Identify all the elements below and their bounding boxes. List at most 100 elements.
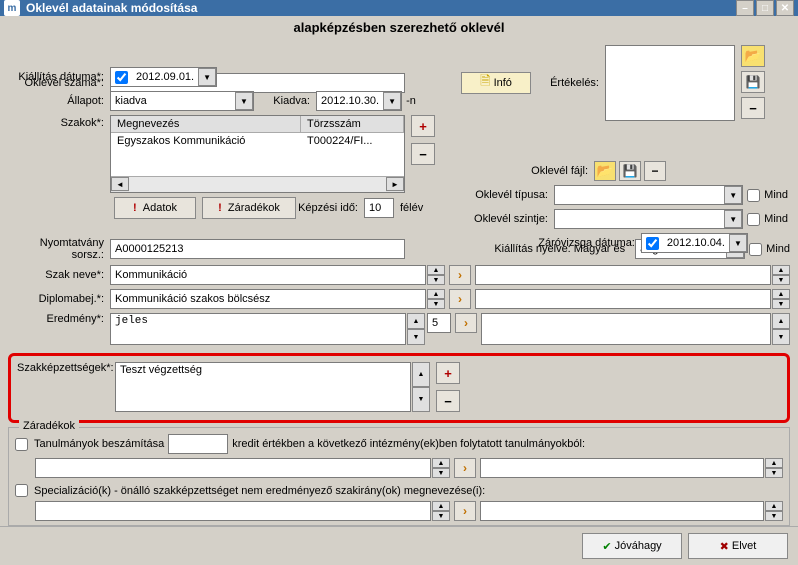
form-no-input[interactable] [110,239,405,259]
major-name-next-button[interactable]: › [449,265,471,285]
spec-down[interactable]: ▼ [432,511,450,521]
grid-col-name: Megnevezés [111,116,301,132]
major-name-down[interactable]: ▼ [427,275,445,285]
major-name-extra-up[interactable]: ▲ [772,265,790,275]
spec-up[interactable]: ▲ [432,501,450,511]
train-time-input[interactable] [364,198,394,218]
credit-inst-up[interactable]: ▲ [432,458,450,468]
discard-button[interactable]: ✖ Elvet [688,533,788,559]
issue-date-dropdown[interactable]: ▼ [198,68,216,86]
diploma-type-all-checkbox[interactable] [747,189,760,202]
grid-scroll-left[interactable]: ◄ [111,177,129,191]
titlebar: m Oklevél adatainak módosítása – □ ✕ [0,0,798,16]
label-spec: Specializáció(k) - önálló szakképzettség… [34,485,485,497]
maximize-button[interactable]: □ [756,0,774,16]
credit-checkbox[interactable] [15,438,28,451]
qual-up[interactable]: ▲ [412,362,430,387]
label-diploma-type: Oklevél típusa: [454,189,554,201]
issued-date-dropdown[interactable]: ▼ [383,92,401,110]
minimize-button[interactable]: – [736,0,754,16]
final-exam-checkbox[interactable] [646,237,659,250]
label-on: -n [402,95,416,107]
eval-open-button[interactable]: 📂 [741,45,765,67]
evaluation-textarea[interactable] [605,45,735,121]
diplomabej-extra-up[interactable]: ▲ [772,289,790,299]
result-up[interactable]: ▲ [407,313,425,329]
majors-grid[interactable]: Megnevezés Törzsszám Egyszakos Kommuniká… [110,115,405,193]
label-train-time: Képzési idő: [296,202,364,214]
diploma-level-dropdown[interactable]: ▼ [724,210,742,228]
result-input[interactable]: jeles [110,313,406,345]
qualifications-list[interactable]: Teszt végzettség [115,362,411,412]
majors-add-button[interactable]: + [411,115,435,137]
result-extra-up[interactable]: ▲ [772,313,790,329]
state-dropdown[interactable]: ▼ [235,92,253,110]
credit-inst-input[interactable] [35,458,431,478]
result-next-button[interactable]: › [455,313,477,333]
result-extra-input[interactable] [481,313,771,345]
clauses-button[interactable]: ! Záradékok [202,197,296,219]
label-diplomabej: Diplomabej.*: [8,293,110,305]
grid-col-code: Törzsszám [301,116,404,132]
open-folder-icon: 📂 [745,48,761,64]
result-down[interactable]: ▼ [407,329,425,345]
diplomabej-next-button[interactable]: › [449,289,471,309]
credit-inst-extra-input[interactable] [480,458,764,478]
arrow-right-icon-3: › [464,316,468,330]
diplomabej-extra-down[interactable]: ▼ [772,299,790,309]
result-num-input[interactable] [427,313,451,333]
diploma-type-dropdown[interactable]: ▼ [724,186,742,204]
file-open-button[interactable]: 📂 [594,161,616,181]
majors-remove-button[interactable]: − [411,143,435,165]
credit-inst-extra-up[interactable]: ▲ [765,458,783,468]
credit-inst-down[interactable]: ▼ [432,468,450,478]
diplomabej-up[interactable]: ▲ [427,289,445,299]
spec-extra-up[interactable]: ▲ [765,501,783,511]
arrow-right-icon-5: › [463,504,467,518]
qual-down[interactable]: ▼ [412,387,430,412]
folder-icon: 🗎 [480,72,490,94]
spec-input[interactable] [35,501,431,521]
major-name-extra-input[interactable] [475,265,771,285]
grid-cell-name: Egyszakos Kommunikáció [111,133,301,149]
spec-extra-input[interactable] [480,501,764,521]
info-button[interactable]: 🗎 Infó [461,72,531,94]
label-evaluation: Értékelés: [549,77,605,89]
major-name-up[interactable]: ▲ [427,265,445,275]
data-button[interactable]: ! Adatok [114,197,196,219]
label-diploma-level: Oklevél szintje: [454,213,554,225]
diplomabej-extra-input[interactable] [475,289,771,309]
diploma-level-all-checkbox[interactable] [747,213,760,226]
credit-inst-next-button[interactable]: › [454,458,476,478]
spec-extra-down[interactable]: ▼ [765,511,783,521]
spec-checkbox[interactable] [15,484,28,497]
file-save-button[interactable]: 💾 [619,161,641,181]
issue-date-checkbox[interactable] [115,71,128,84]
grid-cell-code: T000224/FI... [301,133,404,149]
qual-add-button[interactable]: + [436,362,460,384]
spec-next-button[interactable]: › [454,501,476,521]
close-button[interactable]: ✕ [776,0,794,16]
state-value: kiadva [111,95,235,107]
file-remove-button[interactable]: − [644,161,666,181]
final-exam-dropdown[interactable]: ▼ [729,234,747,252]
eval-remove-button[interactable]: − [741,97,765,119]
approve-button[interactable]: ✔ Jóváhagy [582,533,682,559]
label-form-no: Nyomtatvány sorsz.: [8,237,110,261]
open-folder-icon-2: 📂 [597,163,613,179]
fieldset-clauses-label: Záradékok [19,420,79,432]
eval-save-button[interactable]: 💾 [741,71,765,93]
diplomabej-down[interactable]: ▼ [427,299,445,309]
label-credit-a: Tanulmányok beszámítása [34,438,164,450]
grid-scroll-right[interactable]: ► [386,177,404,191]
credit-input[interactable] [168,434,228,454]
major-name-input[interactable] [110,265,426,285]
label-qualifications: Szakképzettségek*: [17,362,115,374]
result-extra-down[interactable]: ▼ [772,329,790,345]
credit-inst-extra-down[interactable]: ▼ [765,468,783,478]
major-name-extra-down[interactable]: ▼ [772,275,790,285]
qual-remove-button[interactable]: − [436,390,460,412]
check-icon: ✔ [602,540,611,553]
final-exam-date-value: 2012.10.04. [663,237,729,249]
diplomabej-input[interactable] [110,289,426,309]
